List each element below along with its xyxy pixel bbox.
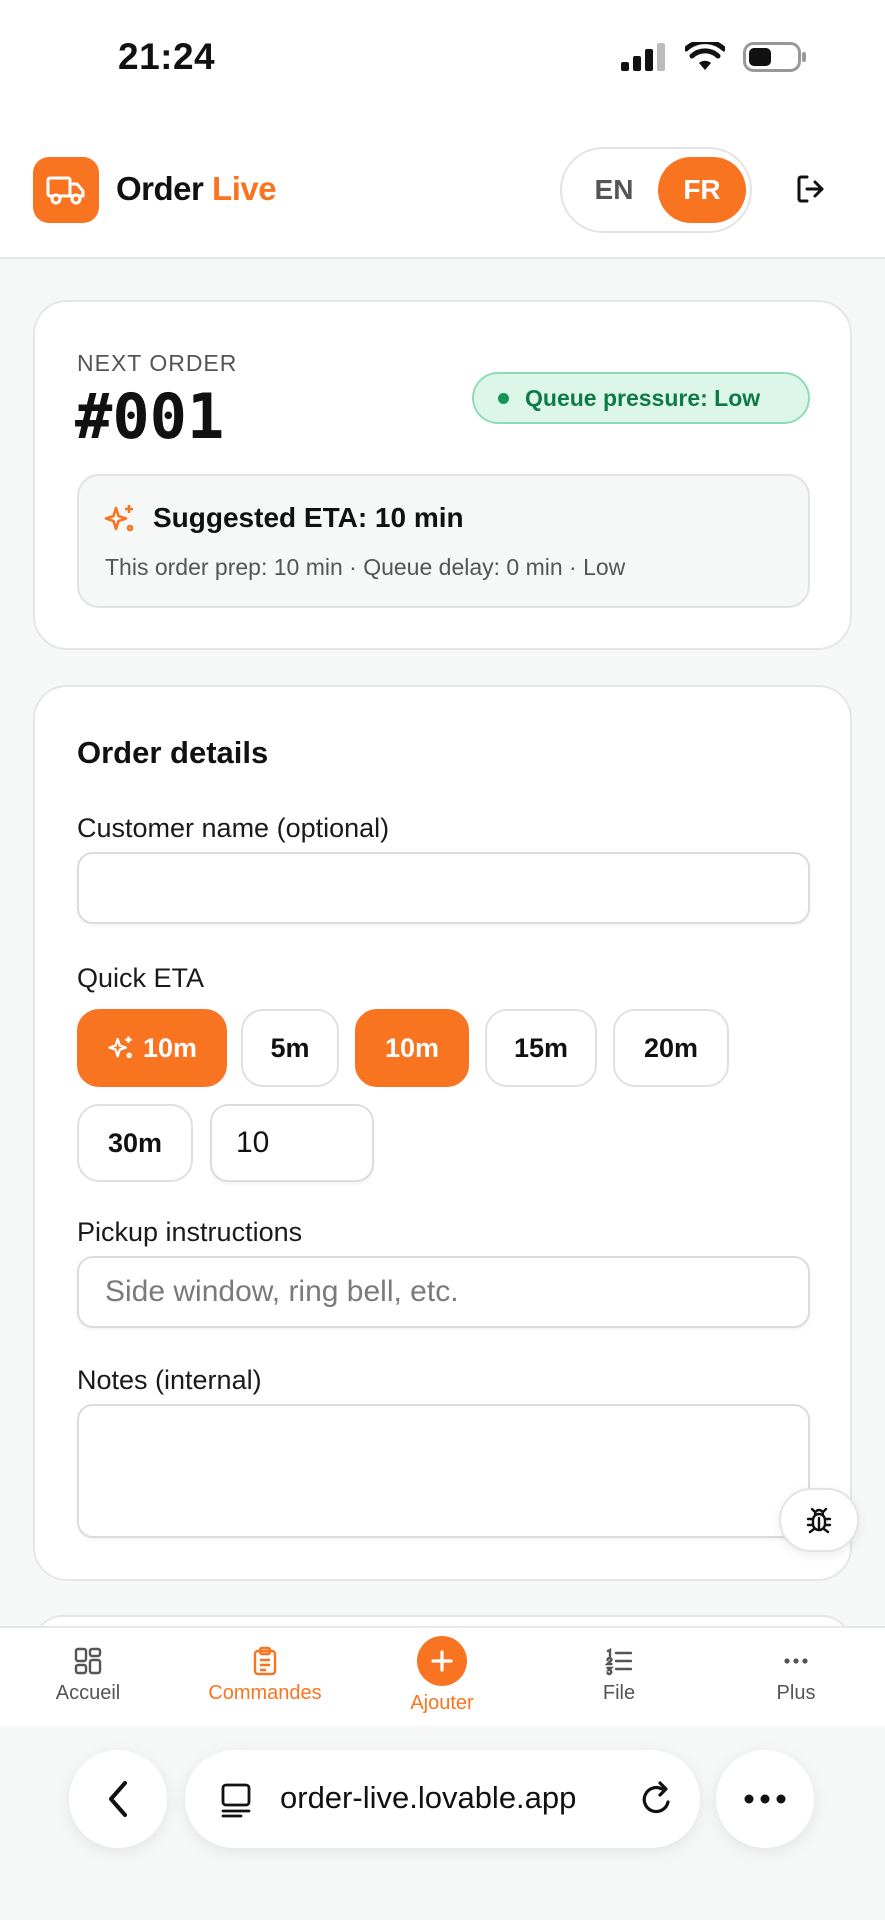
customer-name-label: Customer name (optional)	[77, 813, 390, 843]
clipboard-icon	[253, 1646, 277, 1676]
suggested-eta-title: Suggested ETA: 10 min	[153, 502, 464, 533]
sparkle-icon	[104, 505, 134, 532]
browser-url-bar[interactable]: order-live.lovable.app	[185, 1750, 700, 1848]
lang-fr-button[interactable]: FR	[658, 157, 746, 223]
eta-chip-10m[interactable]: 10m	[355, 1009, 469, 1087]
nav-item-accueil[interactable]: Accueil	[8, 1646, 168, 1705]
brand-first: Order	[116, 170, 204, 207]
eta-chip-30m[interactable]: 30m	[77, 1104, 193, 1182]
nav-label: Commandes	[208, 1682, 322, 1704]
status-bar: 21:24	[0, 0, 885, 120]
wifi-icon	[685, 42, 725, 70]
nav-label: Accueil	[55, 1682, 121, 1704]
customer-name-input[interactable]	[77, 852, 810, 924]
pickup-instructions-input[interactable]: Side window, ring bell, etc.	[77, 1256, 810, 1328]
browser-url-text: order-live.lovable.app	[280, 1780, 577, 1815]
more-icon	[744, 1794, 786, 1804]
status-icons	[621, 42, 807, 72]
nav-label: Plus	[776, 1682, 816, 1704]
quick-eta-label: Quick ETA	[77, 963, 205, 993]
notes-label: Notes (internal)	[77, 1365, 262, 1395]
pickup-instructions-label: Pickup instructions	[77, 1217, 303, 1247]
sparkle-icon	[108, 1036, 133, 1059]
browser-bar: order-live.lovable.app	[0, 1726, 885, 1920]
brand-name: Order Live	[116, 170, 277, 208]
next-order-number: #001	[75, 380, 225, 453]
bottom-nav: Accueil Commandes Ajouter File Plus	[0, 1626, 885, 1726]
battery-icon	[743, 42, 806, 72]
grid-icon	[74, 1647, 102, 1675]
status-dot-icon	[498, 392, 509, 404]
language-toggle: EN FR	[560, 147, 752, 233]
custom-eta-input[interactable]: 10	[210, 1104, 374, 1182]
notes-textarea[interactable]	[77, 1404, 810, 1538]
eta-chip-15m[interactable]: 15m	[485, 1009, 597, 1087]
order-details-card: Order details Customer name (optional) Q…	[33, 685, 852, 1581]
logout-button[interactable]	[788, 166, 834, 212]
nav-label: Ajouter	[410, 1692, 474, 1714]
nav-label: File	[602, 1682, 636, 1704]
list-icon	[604, 1648, 633, 1676]
reload-icon[interactable]	[640, 1780, 676, 1818]
eta-chip-suggested[interactable]: 10m	[77, 1009, 227, 1087]
browser-more-button[interactable]	[716, 1750, 814, 1848]
more-icon	[784, 1658, 808, 1664]
order-details-title: Order details	[77, 735, 269, 770]
nav-item-plus[interactable]: Plus	[716, 1646, 876, 1705]
queue-pressure-text: Queue pressure: Low	[525, 384, 761, 411]
next-order-card: NEXT ORDER #001 Queue pressure: Low Sugg…	[33, 300, 852, 650]
browser-back-button[interactable]	[69, 1750, 167, 1848]
nav-item-file[interactable]: File	[539, 1646, 699, 1705]
queue-pressure-badge: Queue pressure: Low	[472, 372, 810, 424]
debug-button[interactable]	[779, 1488, 859, 1552]
app-header: Order Live EN FR	[0, 120, 885, 259]
signal-icon	[621, 43, 665, 71]
lang-en-button[interactable]: EN	[572, 157, 656, 223]
next-order-label: NEXT ORDER	[77, 350, 238, 376]
plus-icon	[417, 1636, 467, 1686]
truck-logo-icon	[33, 157, 99, 223]
brand-accent: Live	[212, 170, 277, 207]
suggested-eta-detail: This order prep: 10 min · Queue delay: 0…	[105, 554, 626, 580]
logout-icon	[797, 175, 824, 203]
status-time: 21:24	[118, 36, 216, 77]
bug-icon	[806, 1507, 832, 1534]
eta-chip-label: 10m	[142, 1032, 198, 1063]
nav-item-commandes[interactable]: Commandes	[185, 1646, 345, 1705]
chevron-left-icon	[109, 1781, 127, 1817]
eta-chip-20m[interactable]: 20m	[613, 1009, 729, 1087]
tabs-icon	[221, 1783, 251, 1818]
eta-chip-5m[interactable]: 5m	[241, 1009, 339, 1087]
suggested-eta-box: Suggested ETA: 10 min This order prep: 1…	[77, 474, 810, 608]
nav-item-ajouter[interactable]: Ajouter	[362, 1636, 522, 1715]
